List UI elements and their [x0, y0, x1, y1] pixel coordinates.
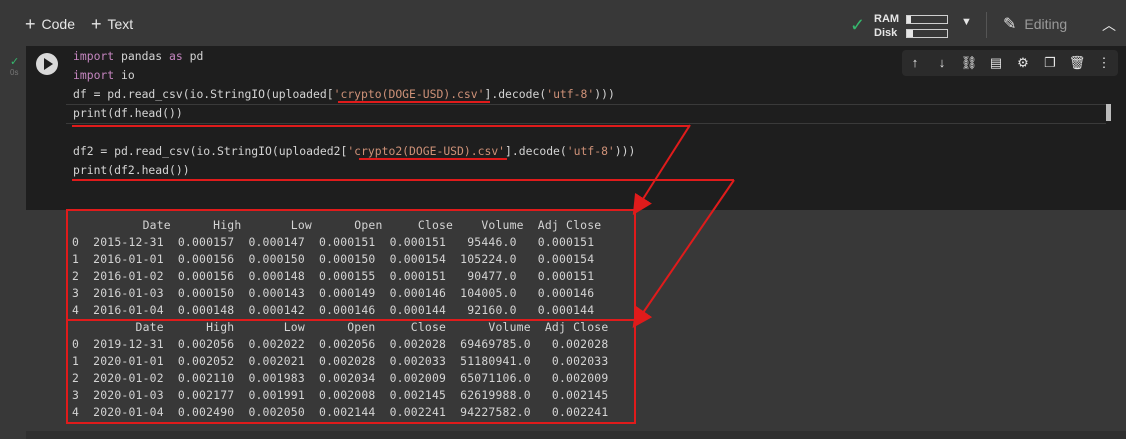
arrow-to-output-1: [632, 124, 691, 216]
annotation-arrows: [632, 124, 735, 328]
arrow-to-output-2: [632, 179, 735, 328]
